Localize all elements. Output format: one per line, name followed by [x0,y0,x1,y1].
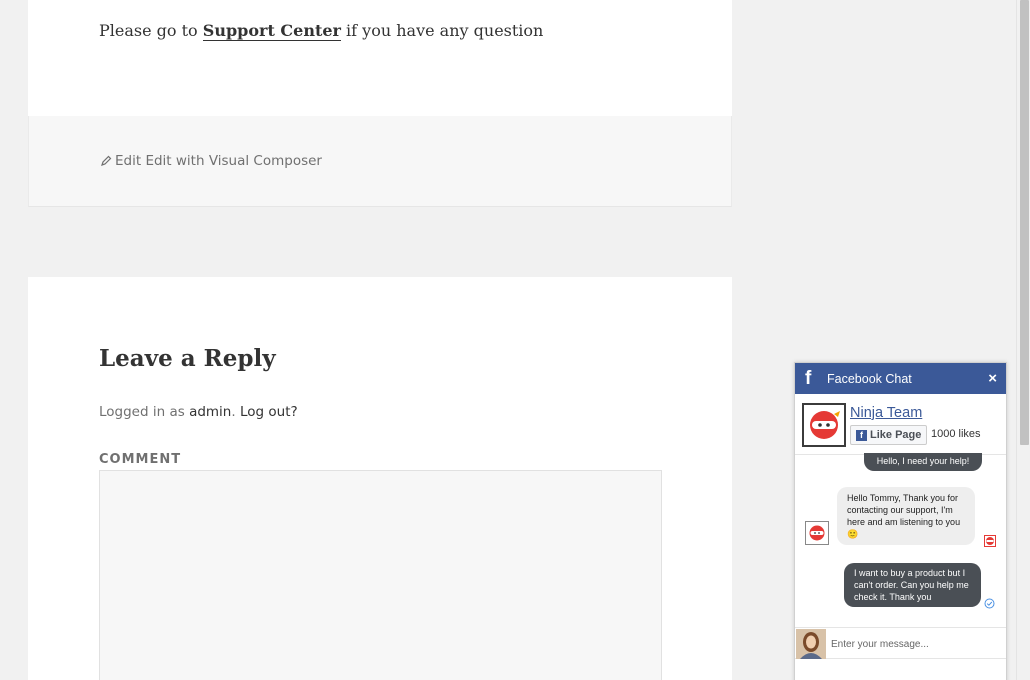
seen-check-icon [984,598,995,609]
page-scrollbar[interactable] [1016,0,1030,680]
message-bubble-outgoing: I want to buy a product but I can't orde… [844,563,981,607]
message-input-row [795,627,1006,659]
edit-link[interactable]: Edit [115,153,141,169]
ninja-status-icon [984,535,996,547]
article-card [28,0,732,116]
logged-in-as: Logged in as admin. Log out? [99,404,298,420]
logged-prefix: Logged in as [99,404,185,420]
comment-label: COMMENT [99,452,182,467]
user-avatar [796,629,826,659]
ninja-logo-icon[interactable] [802,403,846,447]
support-center-link[interactable]: Support Center [202,21,341,41]
facebook-small-icon: f [856,429,867,441]
facebook-icon: f [805,367,812,389]
pencil-icon [101,155,112,166]
message-bubble-outgoing: Hello, I need your help! [864,453,982,471]
edit-with-visual-composer-link[interactable]: Edit with Visual Composer [145,153,322,169]
comment-textarea[interactable] [99,470,662,680]
logout-link[interactable]: Log out? [240,404,298,420]
admin-profile-link[interactable]: admin [189,404,231,420]
message-bubble-incoming: Hello Tommy, Thank you for contacting ou… [837,487,975,545]
likes-count: 1000 likes [931,428,981,440]
agent-avatar-icon [805,521,829,545]
support-suffix: if you have any question [346,21,544,40]
support-text: Please go to Support Center if you have … [99,21,544,41]
edit-links: Edit Edit with Visual Composer [100,153,322,169]
facebook-chat-widget: f Facebook Chat × Ninja Team f Like Page… [794,362,1007,680]
chat-title: Facebook Chat [827,371,912,386]
page-name-link[interactable]: Ninja Team [850,405,922,421]
close-icon[interactable]: × [988,370,997,387]
support-prefix: Please go to [99,21,198,40]
page-info: Ninja Team f Like Page 1000 likes [802,403,1002,449]
scrollbar-thumb[interactable] [1020,0,1029,445]
like-label: Like Page [870,429,922,441]
reply-title: Leave a Reply [99,345,276,372]
like-page-button[interactable]: f Like Page [850,425,927,445]
chat-header[interactable]: f Facebook Chat × [795,363,1006,394]
message-input[interactable] [831,635,996,653]
